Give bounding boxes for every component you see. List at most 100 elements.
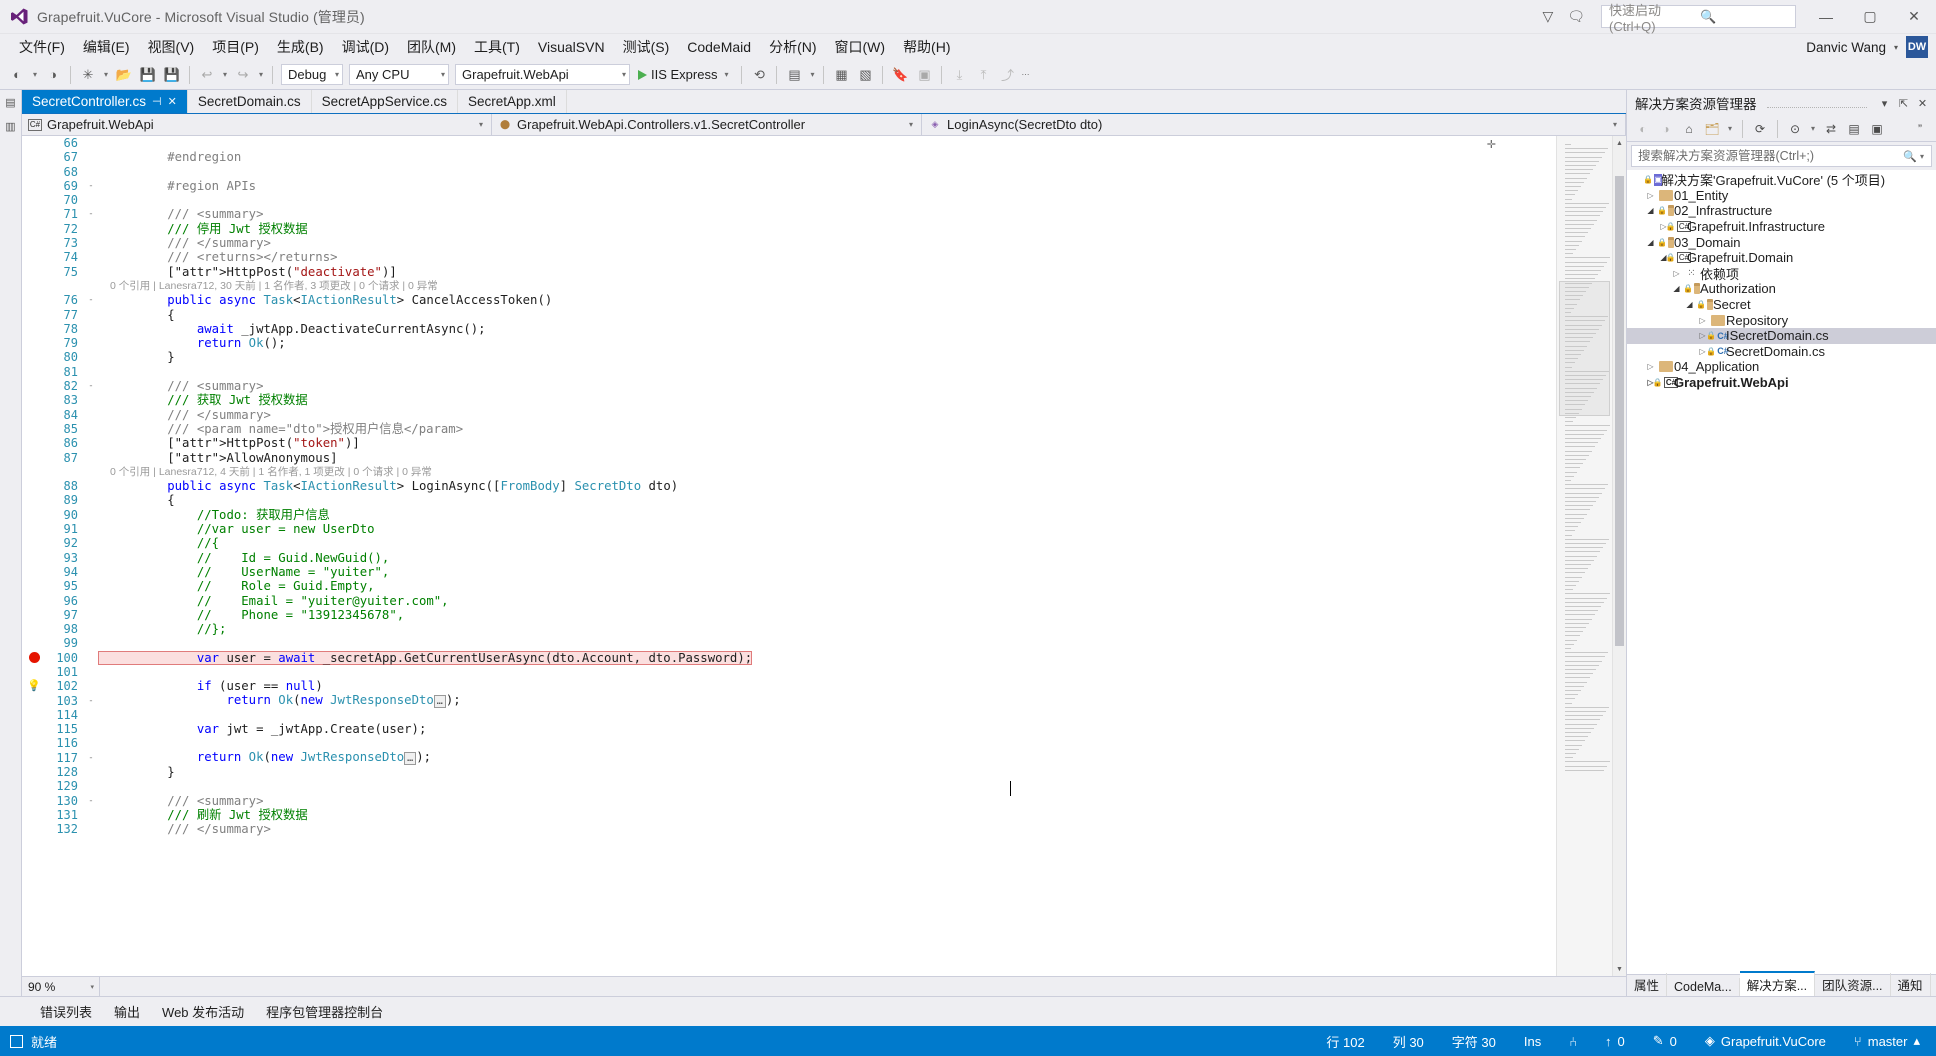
code-line[interactable]: 70 [22,193,1556,207]
code-text[interactable]: /// <param name="dto">授权用户信息</param> [98,422,463,436]
code-line[interactable]: 80 } [22,350,1556,364]
split-view-icon[interactable]: ✛ [1487,138,1496,151]
open-file-icon[interactable]: 📂 [113,64,135,86]
fold-toggle-icon[interactable]: - [84,293,98,307]
menu-item-tools[interactable]: 工具(T) [465,34,529,60]
tree-node[interactable]: ▷ 04_Application [1627,359,1936,375]
code-line[interactable]: 84 /// </summary> [22,408,1556,422]
menu-item-project[interactable]: 项目(P) [203,34,268,60]
code-text[interactable]: var jwt = _jwtApp.Create(user); [98,722,427,736]
branch-indicator[interactable]: ⑂ master ▴ [1854,1033,1920,1049]
expander-icon[interactable]: ◢ [1683,300,1696,309]
code-line[interactable]: 66 [22,136,1556,150]
status-insert-mode[interactable]: Ins [1524,1034,1541,1049]
code-line[interactable]: 67 #endregion [22,150,1556,164]
code-text[interactable]: /// </summary> [98,822,271,836]
navigate-forward-icon[interactable]: ◑ [42,64,64,86]
code-text[interactable]: // Role = Guid.Empty, [98,579,375,593]
code-line[interactable]: 96 // Email = "yuiter@yuiter.com", [22,594,1556,608]
codelens-annotation[interactable]: 0 个引用 | Lanesra712, 30 天前 | 1 名作者, 3 项更改… [100,279,1556,293]
code-line[interactable]: 77 { [22,308,1556,322]
tree-node[interactable]: ◢ 🔒 Secret [1627,297,1936,313]
step-into-icon[interactable]: ⤓ [948,64,970,86]
step-out-icon[interactable]: ⤴ [996,64,1018,86]
breakpoint-gutter[interactable] [22,652,46,664]
chevron-down-icon[interactable]: ▾ [1917,152,1927,161]
menu-item-view[interactable]: 视图(V) [139,34,204,60]
tab-secretappservice-cs[interactable]: SecretAppService.cs [311,90,458,113]
tab-codemaid[interactable]: CodeMa... [1667,978,1740,996]
code-text[interactable]: } [98,765,174,779]
code-text[interactable]: if (user == null) [98,679,323,693]
tab-properties[interactable]: 属性 [1627,973,1668,996]
code-line[interactable]: 72 /// 停用 Jwt 授权数据 [22,222,1556,236]
code-editor[interactable]: 66 67 #endregion 68 69- #region APIs 70 71- /… [22,136,1556,976]
code-line[interactable]: 115 var jwt = _jwtApp.Create(user); [22,722,1556,736]
code-line[interactable]: 74 /// <returns></returns> [22,250,1556,264]
code-text[interactable]: // Id = Guid.NewGuid(), [98,551,390,565]
code-line[interactable]: 86 ["attr">HttpPost("token")] [22,436,1556,450]
breakpoint-icon[interactable] [28,652,40,664]
code-map-margin[interactable] [1556,136,1612,976]
zoom-level-dropdown[interactable]: 90 % ▾ [22,977,100,996]
code-line[interactable]: 103- return Ok(new JwtResponseDto…); [22,693,1556,708]
code-line[interactable]: 87 ["attr">AllowAnonymous] [22,451,1556,465]
properties-icon[interactable]: ▤ [1844,119,1864,139]
code-line[interactable]: 78 await _jwtApp.DeactivateCurrentAsync(… [22,322,1556,336]
code-line[interactable]: 83 /// 获取 Jwt 授权数据 [22,393,1556,407]
tree-node[interactable]: ◢ 🔒 03_Domain [1627,234,1936,250]
expander-icon[interactable]: ▷ [1644,362,1657,371]
menu-item-file[interactable]: 文件(F) [10,34,74,60]
vertical-scrollbar[interactable]: ▲ ▼ [1612,136,1626,976]
menu-item-visualsvn[interactable]: VisualSVN [529,36,614,58]
search-input[interactable] [1638,149,1904,163]
platform-dropdown[interactable]: Any CPU ▾ [349,64,449,85]
chevron-down-icon[interactable]: ▾ [1725,124,1735,133]
close-button[interactable]: ✕ [1892,0,1936,33]
code-text[interactable]: ["attr">HttpPost [98,265,285,279]
code-line[interactable]: 130- /// <summary> [22,794,1556,808]
close-icon[interactable]: ✕ [1915,97,1930,110]
menu-item-test[interactable]: 测试(S) [614,34,679,60]
tab-team-explorer[interactable]: 团队资源... [1815,973,1891,996]
notifications-icon[interactable]: ▽ [1542,8,1553,25]
menu-item-team[interactable]: 团队(M) [398,34,465,60]
toolbar-overflow-icon[interactable]: ⋯ [1020,70,1030,79]
undo-icon[interactable]: ↩ [196,64,218,86]
fold-toggle-icon[interactable]: - [84,207,98,221]
code-line[interactable]: 71- /// <summary> [22,207,1556,221]
chevron-down-icon[interactable]: ▾ [1808,124,1818,133]
code-text[interactable]: return Ok(); [98,336,286,350]
code-line[interactable]: 88 public async Task<IActionResult> Logi… [22,479,1556,493]
code-text[interactable]: /// </summary> [98,408,271,422]
attach-process-icon[interactable]: ⟲ [748,64,770,86]
expander-icon[interactable]: ▷ [1696,316,1709,325]
pin-icon[interactable]: ⇱ [1896,97,1911,110]
account-area[interactable]: Danvic Wang ▾ DW [1806,36,1936,58]
menu-item-codemaid[interactable]: CodeMaid [678,36,760,58]
code-text[interactable]: //}; [98,622,227,636]
expander-icon[interactable]: ◢ [1644,238,1657,247]
undo-dropdown-icon[interactable]: ▾ [220,70,230,79]
code-text[interactable]: /// <summary> [98,794,263,808]
code-line[interactable]: 97 // Phone = "13912345678", [22,608,1556,622]
code-text[interactable]: // Email = "yuiter@yuiter.com", [98,594,449,608]
solution-tree[interactable]: 🔒 ▣ 解决方案'Grapefruit.VuCore' (5 个项目) ▷ 01_Ent… [1627,170,1936,974]
code-line[interactable]: 89 { [22,493,1556,507]
refresh-icon[interactable]: ⟳ [1750,119,1770,139]
code-line[interactable]: 69- #region APIs [22,179,1556,193]
code-line[interactable]: 68 [22,165,1556,179]
code-line[interactable]: 92 //{ [22,536,1556,550]
expander-icon[interactable]: ◢ [1644,206,1657,215]
code-text[interactable]: /// <summary> [98,207,263,221]
collapse-all-icon[interactable]: ⊙ [1785,119,1805,139]
find-dropdown-icon[interactable]: ▾ [807,70,817,79]
solution-explorer-search[interactable]: 🔍 ▾ [1631,145,1932,167]
switch-views-icon[interactable]: 🗂 [1702,119,1722,139]
tab-secretcontroller-cs[interactable]: SecretController.cs ⊣ ✕ [22,90,188,113]
tab-error-list[interactable]: 错误列表 [40,1002,92,1021]
tab-secretdomain-cs[interactable]: SecretDomain.cs [187,90,312,113]
code-line[interactable]: 91 //var user = new UserDto [22,522,1556,536]
repository-indicator[interactable]: ◈ Grapefruit.VuCore [1705,1033,1826,1049]
code-line[interactable]: 116 [22,736,1556,750]
